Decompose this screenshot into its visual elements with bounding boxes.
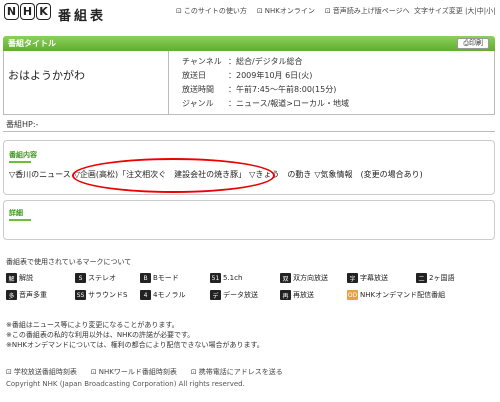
top-navigation: このサイトの使い方 NHKオンライン 音声読み上げ版ページへ (176, 6, 410, 16)
commentary-icon: 解 (6, 273, 17, 283)
mark-stereo: S ステレオ (75, 273, 116, 283)
text-size-medium[interactable]: 中 (477, 7, 484, 15)
program-content-heading: 番組内容 (9, 151, 37, 163)
mark-interactive: 双双方向放送 (280, 273, 328, 283)
program-title-bar: 番組タイトル ⎙印刷 (3, 36, 495, 51)
nhk-logo[interactable]: N H K (4, 3, 51, 20)
detail-value-genre: ：ニュース/報道>ローカル・地域 (228, 99, 349, 108)
site-title: 番組表 (58, 9, 107, 24)
nav-link-voice-reading[interactable]: 音声読み上げ版ページへ (325, 6, 410, 16)
surround-51-icon: 51 (210, 273, 221, 283)
divider-line (3, 131, 495, 132)
detail-row-date: 放送日 ：2009年10月 6日(火) (182, 70, 312, 81)
b-mode-icon: B (140, 273, 151, 283)
marks-legend-title: 番組表で使用されているマークについて (6, 258, 132, 266)
program-title: おはようかがわ (8, 69, 85, 82)
note-schedule-change: ※番組はニュース等により変更になることがあります。 (6, 321, 179, 329)
mark-subtitles: 字字幕放送 (347, 273, 388, 283)
mark-4mono: 4 4モノラル (140, 290, 185, 300)
detail-key-genre: ジャンル (182, 99, 214, 108)
copyright: Copyright NHK (Japan Broadcasting Corpor… (6, 380, 245, 388)
footer-link-nhk-world[interactable]: NHKワールド番組時刻表 (91, 367, 177, 377)
mark-51ch: 51 5.1ch (210, 273, 243, 283)
page-header: N H K 番組表 このサイトの使い方 NHKオンライン 音声読み上げ版ページへ… (0, 0, 500, 26)
mark-b-mode: B Bモード (140, 273, 179, 283)
multiplex-audio-icon: 多 (6, 290, 17, 300)
detail-value-time: ：午前7:45～午前8:00(15分) (228, 85, 337, 94)
data-broadcast-icon: デ (210, 290, 221, 300)
four-mono-icon: 4 (140, 290, 151, 300)
text-size-label: 文字サイズ変更 (414, 7, 463, 15)
mark-data-broadcast: デデータ放送 (210, 290, 258, 300)
subtitles-icon: 字 (347, 273, 358, 283)
notes: ※番組はニュース等により変更になることがあります。 ※この番組表の私的な利用以外… (6, 320, 264, 350)
text-size-control: 文字サイズ変更 |大|中|小| (414, 7, 496, 15)
logo-letter-n: N (4, 3, 19, 20)
rebroadcast-icon: 再 (280, 290, 291, 300)
footer-link-school-schedule[interactable]: 学校放送番組時刻表 (6, 367, 77, 377)
detail-value-date: ：2009年10月 6日(火) (228, 71, 313, 80)
logo-letter-h: H (20, 3, 35, 20)
nav-link-how-to-use[interactable]: このサイトの使い方 (176, 6, 247, 16)
mark-rebroadcast: 再再放送 (280, 290, 314, 300)
bilingual-icon: 二 (416, 273, 427, 283)
stereo-icon: S (75, 273, 86, 283)
note-on-demand: ※NHKオンデマンドについては、権利の都合により配信できない場合があります。 (6, 341, 264, 349)
on-demand-icon: OD (347, 290, 358, 300)
topic-kagawa-news: ▽香川のニュース (9, 170, 71, 179)
nav-link-nhk-online[interactable]: NHKオンライン (257, 6, 315, 16)
info-divider (168, 51, 169, 115)
footer-link-send-to-mobile[interactable]: 携帯電話にアドレスを送る (191, 367, 283, 377)
note-private-use: ※この番組表の私的な利用以外は、NHKの許諾が必要です。 (6, 331, 195, 339)
program-homepage: 番組HP:- (6, 120, 39, 129)
detail-row-time: 放送時間 ：午前7:45～午前8:00(15分) (182, 84, 336, 95)
program-info-table: おはようかがわ チャンネル ：総合/デジタル総合 放送日 ：2009年10月 6日(… (3, 51, 495, 115)
surround-s-icon: SS (75, 290, 86, 300)
detail-section (3, 200, 495, 240)
mark-bilingual: 二 2ヶ国語 (416, 273, 454, 283)
detail-value-channel: ：総合/デジタル総合 (228, 57, 303, 66)
mark-commentary: 解解説 (6, 273, 33, 283)
topic-weather: ▽気象情報 (変更の場合あり) (314, 170, 423, 179)
mark-on-demand: OD NHKオンデマンド配信番組 (347, 290, 446, 300)
detail-heading: 詳細 (9, 209, 31, 221)
print-button[interactable]: ⎙印刷 (457, 38, 489, 49)
detail-key-channel: チャンネル (182, 57, 222, 66)
detail-row-channel: チャンネル ：総合/デジタル総合 (182, 56, 303, 67)
logo-letter-k: K (36, 3, 51, 20)
detail-key-date: 放送日 (182, 71, 206, 80)
footer-links: 学校放送番組時刻表 NHKワールド番組時刻表 携帯電話にアドレスを送る (6, 367, 283, 377)
print-button-label: 印刷 (469, 39, 483, 47)
detail-row-genre: ジャンル ：ニュース/報道>ローカル・地域 (182, 98, 349, 109)
mark-multiplex-audio: 多音声多重 (6, 290, 47, 300)
detail-key-time: 放送時間 (182, 85, 214, 94)
program-title-bar-label: 番組タイトル (8, 39, 56, 48)
interactive-icon: 双 (280, 273, 291, 283)
mark-surround-s: SS サラウンドS (75, 290, 128, 300)
red-highlight-circle (72, 158, 275, 193)
